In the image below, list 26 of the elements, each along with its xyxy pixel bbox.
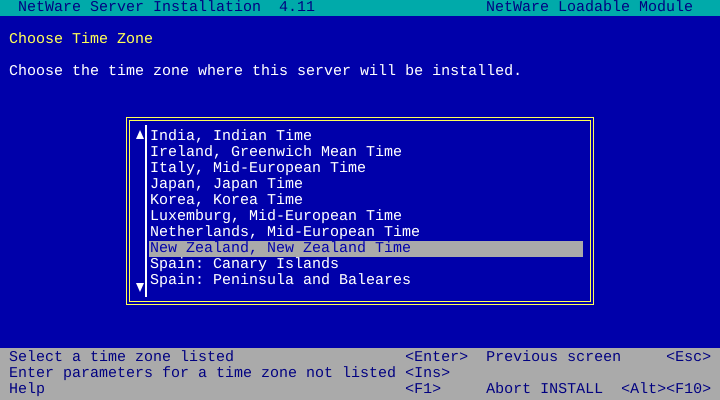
time-zone-item[interactable]: Japan, Japan Time xyxy=(149,177,584,193)
key-hint: <Alt><F10> xyxy=(621,382,712,398)
time-zone-item[interactable]: Ireland, Greenwich Mean Time xyxy=(149,145,584,161)
time-zone-item[interactable]: Korea, Korea Time xyxy=(149,193,584,209)
scroll-up-icon[interactable] xyxy=(136,130,144,139)
help-description: Select a time zone listed xyxy=(9,350,236,366)
time-zone-item[interactable]: Spain: Peninsula and Baleares xyxy=(149,273,584,289)
key-hint: <Enter> xyxy=(405,350,470,366)
key-hint: <Ins> xyxy=(405,366,452,382)
help-action: Previous screen xyxy=(486,350,622,366)
module-label: NetWare Loadable Module xyxy=(486,0,693,16)
time-zone-item[interactable]: New Zealand, New Zealand Time xyxy=(149,241,584,257)
time-zone-item[interactable]: Italy, Mid-European Time xyxy=(149,161,584,177)
help-description: Enter parameters for a time zone not listed xyxy=(9,366,398,382)
time-zone-item[interactable]: Luxemburg, Mid-European Time xyxy=(149,209,584,225)
time-zone-item[interactable]: Spain: Canary Islands xyxy=(149,257,584,273)
help-description: Help xyxy=(9,382,46,398)
key-hint: <Esc> xyxy=(666,350,712,366)
scroll-down-icon[interactable] xyxy=(136,283,144,292)
help-action: Abort INSTALL xyxy=(486,382,604,398)
time-zone-item[interactable]: India, Indian Time xyxy=(149,129,584,145)
time-zone-item[interactable]: Netherlands, Mid-European Time xyxy=(149,225,584,241)
window-title: NetWare Server Installation 4.11 xyxy=(18,0,316,16)
key-hint: <F1> xyxy=(405,382,442,398)
screen-heading: Choose Time Zone xyxy=(9,31,154,48)
instruction-text: Choose the time zone where this server will be installed. xyxy=(9,63,522,80)
